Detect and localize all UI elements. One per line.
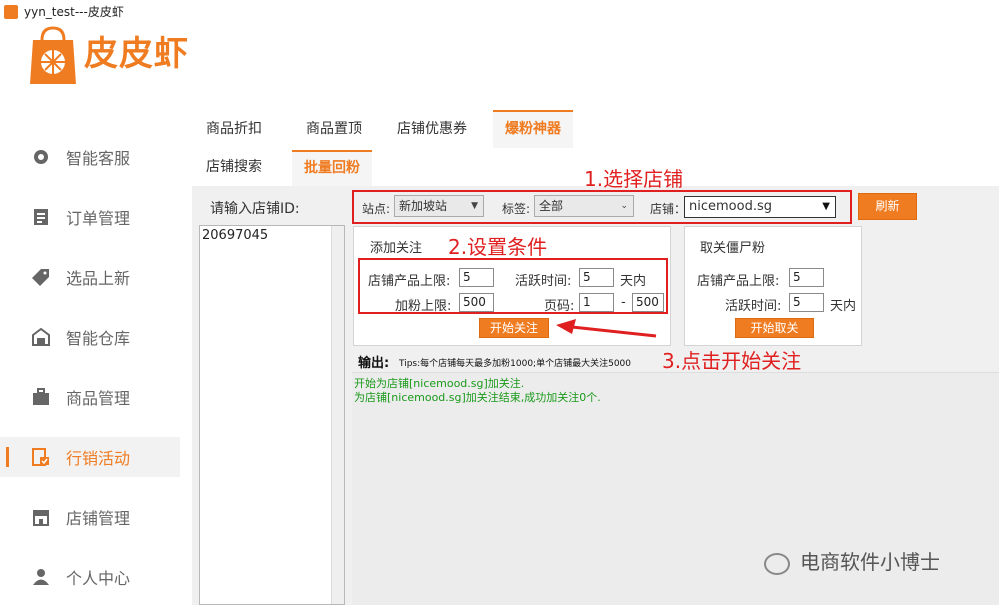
app-icon — [4, 5, 18, 19]
annotation-step1: 1.选择店铺 — [584, 167, 684, 191]
follow-active-time-label: 活跃时间: — [515, 274, 572, 289]
logo-bag-icon — [30, 26, 76, 84]
unfollow-product-limit-input[interactable]: 5 — [789, 268, 824, 287]
follow-page-label: 页码: — [544, 299, 575, 314]
add-follow-title: 添加关注 — [370, 241, 423, 256]
tab-fans-booster[interactable]: 爆粉神器 — [493, 110, 573, 148]
annotation-step3: 3.点击开始关注 — [662, 349, 802, 373]
shop-id-scrollbar[interactable] — [331, 226, 344, 604]
follow-fans-limit-label: 加粉上限: — [395, 299, 452, 314]
active-indicator — [6, 447, 9, 467]
sidebar-item-label: 智能仓库 — [66, 329, 131, 348]
window-title-bar: yyn_test---皮皮虾 — [0, 0, 999, 24]
promo-icon — [32, 448, 50, 466]
sidebar-item-label: 选品上新 — [66, 269, 131, 288]
tag-select[interactable]: 全部 ⌄ — [534, 195, 634, 217]
wechat-icon — [764, 552, 790, 575]
follow-fans-limit-input[interactable]: 500 — [459, 293, 494, 312]
site-label: 站点: — [362, 202, 391, 216]
follow-page-to-input[interactable]: 500 — [632, 293, 664, 312]
tag-icon — [32, 268, 50, 286]
unfollow-active-time-unit: 天内 — [830, 299, 857, 314]
watermark-text: 电商软件小博士 — [800, 550, 940, 574]
tag-select-value: 全部 — [539, 199, 564, 213]
sidebar-item-product-selection[interactable]: 选品上新 — [0, 257, 180, 297]
sidebar-item-profile[interactable]: 个人中心 — [0, 557, 180, 597]
follow-product-limit-label: 店铺产品上限: — [368, 274, 451, 289]
unfollow-product-limit-label: 店铺产品上限: — [697, 274, 780, 289]
output-tips: Tips:每个店铺每天最多加粉1000;单个店铺最大关注5000 — [399, 359, 631, 369]
sidebar-item-label: 店铺管理 — [66, 509, 131, 528]
user-icon — [32, 568, 50, 586]
follow-active-time-unit: 天内 — [620, 274, 647, 289]
shop-select-value: nicemood.sg — [689, 199, 772, 214]
annotation-step2: 2.设置条件 — [448, 235, 548, 259]
chat-bubble-icon — [32, 148, 50, 166]
chevron-down-icon: ▼ — [471, 201, 478, 211]
watermark: 电商软件小博士 — [764, 546, 940, 575]
sidebar-item-warehouse[interactable]: 智能仓库 — [0, 317, 180, 357]
refresh-button[interactable]: 刷新 — [858, 193, 917, 220]
output-label: 输出: — [358, 356, 390, 371]
follow-page-separator: - — [621, 295, 626, 310]
subtab-batch-follow-back[interactable]: 批量回粉 — [292, 150, 372, 186]
start-follow-button[interactable]: 开始关注 — [479, 318, 549, 338]
output-line: 为店铺[nicemood.sg]加关注结束,成功加关注0个. — [354, 391, 601, 404]
sidebar-item-label: 订单管理 — [66, 209, 131, 228]
follow-page-from-input[interactable]: 1 — [579, 293, 614, 312]
unfollow-active-time-input[interactable]: 5 — [789, 293, 824, 312]
document-list-icon — [32, 208, 50, 226]
brand-name: 皮皮虾 — [84, 34, 189, 74]
window-title: yyn_test---皮皮虾 — [24, 5, 124, 19]
shop-filter-row: 站点: 新加坡站 ▼ 标签: 全部 ⌄ 店铺： nicemood.sg ▼ — [352, 190, 852, 224]
follow-active-time-input[interactable]: 5 — [579, 268, 614, 287]
shop-id-textarea[interactable]: 20697045 — [199, 225, 345, 605]
subtab-store-search[interactable]: 店铺搜索 — [192, 150, 276, 184]
sidebar-item-label: 个人中心 — [66, 569, 131, 588]
sidebar-item-label: 智能客服 — [66, 149, 131, 168]
start-unfollow-button[interactable]: 开始取关 — [735, 318, 814, 338]
tab-product-pin[interactable]: 商品置顶 — [292, 110, 376, 146]
follow-product-limit-input[interactable]: 5 — [459, 268, 494, 287]
chevron-down-icon: ▼ — [822, 201, 830, 212]
sidebar-item-customer-service[interactable]: 智能客服 — [0, 137, 180, 177]
unfollow-active-time-label: 活跃时间: — [725, 299, 782, 314]
main-tabs: 商品折扣 商品置顶 店铺优惠券 爆粉神器 — [192, 110, 999, 148]
warehouse-icon — [32, 328, 50, 346]
sidebar: 智能客服 订单管理 选品上新 智能仓库 商品管理 行销活动 店铺管理 个人中心 — [0, 110, 192, 605]
tab-store-coupon[interactable]: 店铺优惠券 — [388, 110, 476, 146]
sidebar-item-orders[interactable]: 订单管理 — [0, 197, 180, 237]
sidebar-item-label: 商品管理 — [66, 389, 131, 408]
arrow-icon — [556, 319, 657, 338]
shop-label: 店铺： — [650, 202, 687, 216]
site-select[interactable]: 新加坡站 ▼ — [394, 195, 484, 217]
store-icon — [32, 508, 50, 526]
sidebar-item-label: 行销活动 — [66, 449, 131, 468]
tag-label: 标签: — [502, 202, 531, 216]
shop-id-label: 请输入店铺ID: — [210, 201, 300, 217]
briefcase-icon — [32, 388, 50, 406]
sidebar-item-marketing[interactable]: 行销活动 — [0, 437, 180, 477]
chevron-down-icon: ⌄ — [620, 201, 628, 211]
tab-product-discount[interactable]: 商品折扣 — [192, 110, 276, 146]
sidebar-item-store[interactable]: 店铺管理 — [0, 497, 180, 537]
site-select-value: 新加坡站 — [399, 199, 448, 213]
unfollow-title: 取关僵尸粉 — [700, 241, 766, 256]
shop-select[interactable]: nicemood.sg ▼ — [684, 196, 836, 218]
sidebar-item-products[interactable]: 商品管理 — [0, 377, 180, 417]
shop-id-value: 20697045 — [202, 228, 269, 243]
